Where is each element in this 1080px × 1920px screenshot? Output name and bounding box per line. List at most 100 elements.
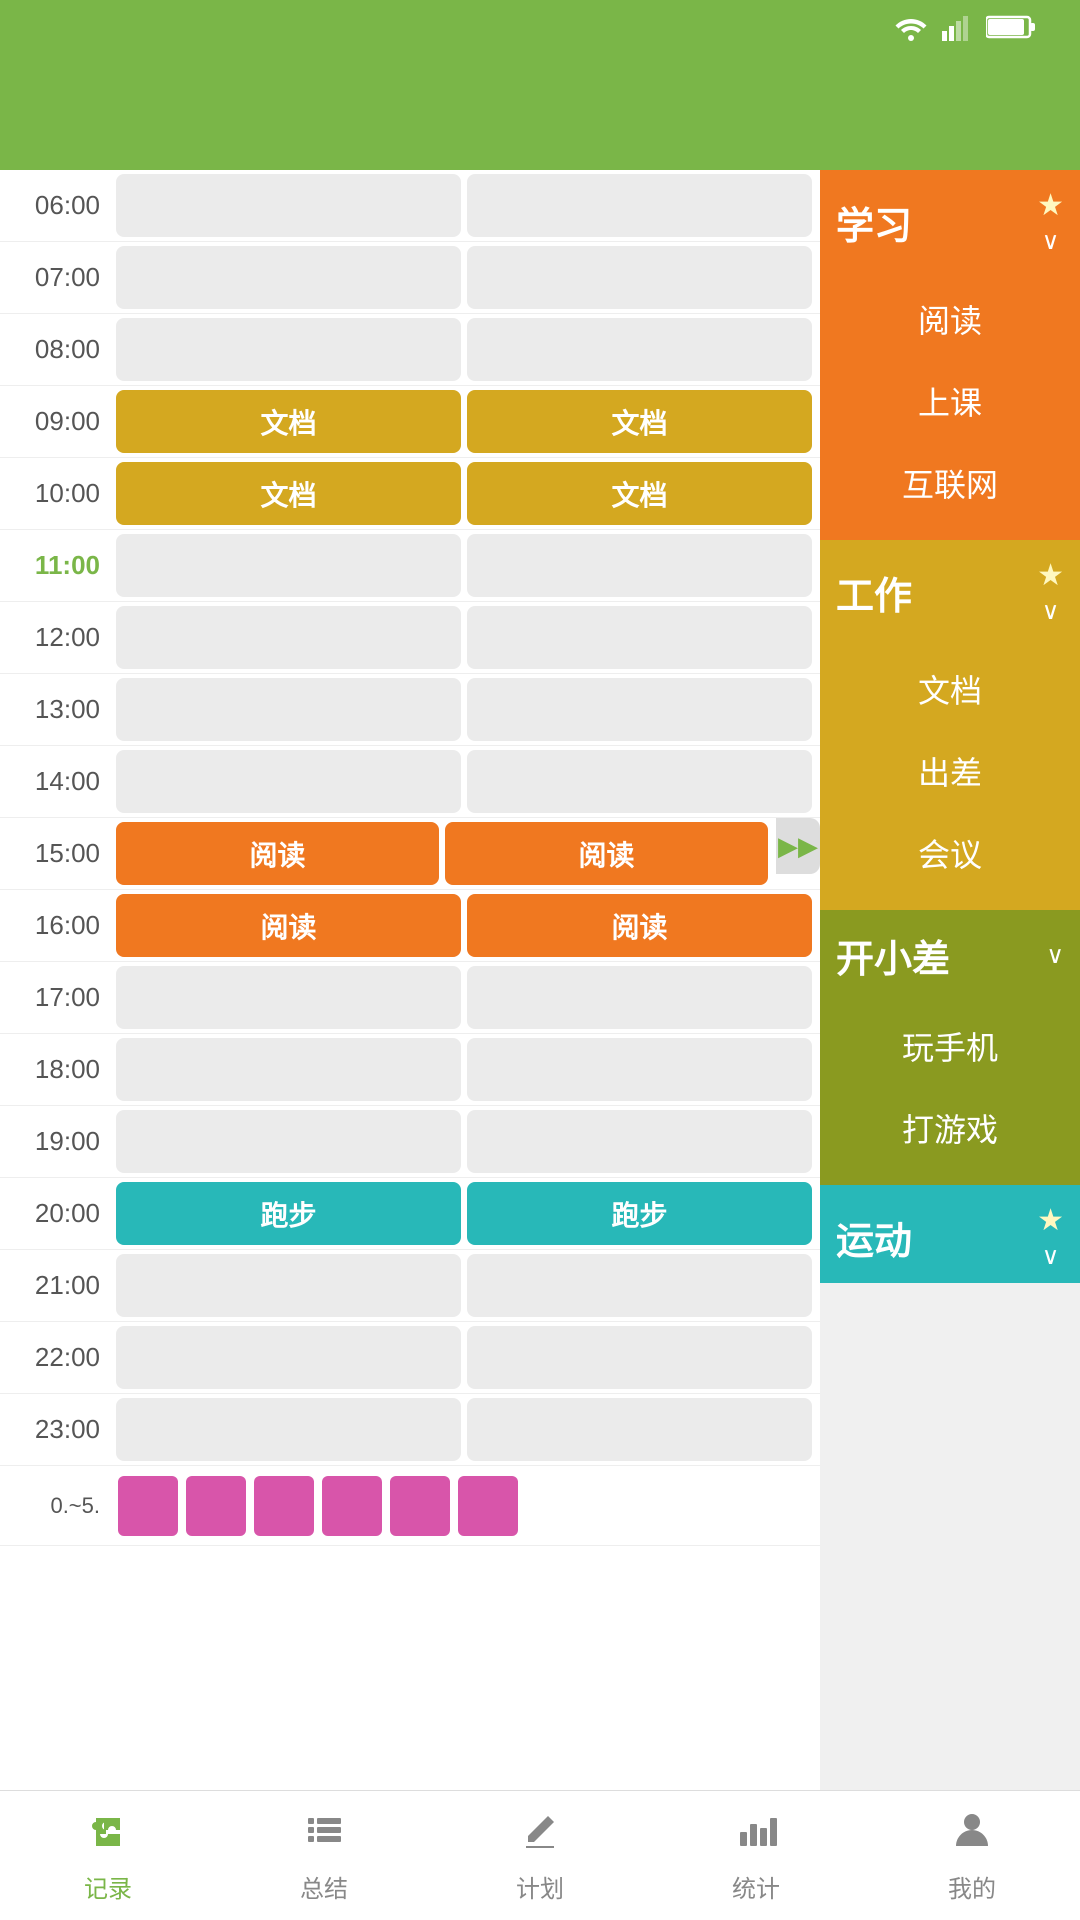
schedule-slot[interactable] [116, 174, 461, 237]
schedule-slot[interactable]: 文档 [467, 390, 812, 453]
schedule-slot[interactable] [116, 966, 461, 1029]
tab-stats[interactable]: 统计 [648, 1808, 864, 1904]
time-slots [110, 962, 820, 1033]
time-row: 20:00跑步跑步 [0, 1178, 820, 1250]
schedule-slot[interactable] [116, 1038, 461, 1101]
time-slots [110, 170, 820, 241]
mini-square[interactable] [322, 1476, 382, 1536]
schedule-slot[interactable] [467, 678, 812, 741]
schedule-slot[interactable] [467, 1254, 812, 1317]
time-slots [110, 530, 820, 601]
schedule-slot[interactable] [467, 1110, 812, 1173]
category-item[interactable]: 会议 [820, 812, 1080, 894]
time-slots [110, 674, 820, 745]
schedule-slot[interactable] [467, 606, 812, 669]
schedule-slot[interactable] [467, 1326, 812, 1389]
tab-plan[interactable]: 计划 [432, 1808, 648, 1904]
expand-arrow[interactable]: ▶▶ [776, 818, 820, 874]
time-row: 16:00阅读阅读 [0, 890, 820, 962]
schedule-slot[interactable] [116, 1326, 461, 1389]
category-header-work[interactable]: 工作 ★∨ [820, 540, 1080, 638]
time-label: 20:00 [0, 1178, 110, 1249]
battery-icon [986, 14, 1036, 47]
schedule-slot[interactable] [467, 1398, 812, 1461]
category-item[interactable]: 玩手机 [820, 1005, 1080, 1087]
schedule-slot[interactable] [116, 606, 461, 669]
schedule-slot[interactable] [467, 750, 812, 813]
category-item[interactable]: 打游戏 [820, 1087, 1080, 1169]
tab-record[interactable]: 记录 [0, 1808, 216, 1904]
time-slots: 文档文档 [110, 458, 820, 529]
time-label: 11:00 [0, 530, 110, 601]
category-title: 开小差 [836, 928, 950, 983]
time-label: 06:00 [0, 170, 110, 241]
chevron-down-icon[interactable]: ∨ [1042, 597, 1060, 626]
category-icons: ★∨ [1037, 1203, 1064, 1271]
schedule-slot[interactable]: 文档 [116, 462, 461, 525]
schedule-slot[interactable] [116, 678, 461, 741]
time-row: 22:00 [0, 1322, 820, 1394]
schedule-slot[interactable]: 阅读 [467, 894, 812, 957]
time-label: 15:00 [0, 818, 110, 889]
mini-square[interactable] [390, 1476, 450, 1536]
mini-square[interactable] [186, 1476, 246, 1536]
chevron-down-icon[interactable]: ∨ [1042, 1242, 1060, 1271]
time-slots: 阅读阅读 [110, 818, 776, 889]
category-header-slack[interactable]: 开小差 ∨ [820, 910, 1080, 995]
schedule-slot[interactable]: 文档 [116, 390, 461, 453]
puzzle-icon [86, 1808, 130, 1863]
chart-icon [734, 1808, 778, 1863]
category-header-study[interactable]: 学习 ★ ∨ [820, 170, 1080, 268]
schedule-slot[interactable] [116, 318, 461, 381]
schedule-slot[interactable] [467, 1038, 812, 1101]
time-label: 21:00 [0, 1250, 110, 1321]
time-slots [110, 746, 820, 817]
category-title: 运动 [836, 1210, 912, 1265]
schedule-slot[interactable] [467, 966, 812, 1029]
category-header-sport[interactable]: 运动 ★∨ [820, 1185, 1080, 1283]
time-row: 07:00 [0, 242, 820, 314]
time-row: 11:00 [0, 530, 820, 602]
schedule-slot[interactable] [116, 1398, 461, 1461]
schedule-slot[interactable]: 阅读 [445, 822, 768, 885]
mini-square[interactable] [118, 1476, 178, 1536]
chevron-down-icon[interactable]: ∨ [1042, 227, 1060, 256]
schedule-slot[interactable]: 阅读 [116, 894, 461, 957]
schedule-slot[interactable] [116, 246, 461, 309]
time-row: 18:00 [0, 1034, 820, 1106]
mini-square[interactable] [254, 1476, 314, 1536]
schedule-slot[interactable] [116, 750, 461, 813]
category-icons: ∨ [1046, 941, 1064, 970]
time-row: 23:00 [0, 1394, 820, 1466]
category-item[interactable]: 出差 [820, 730, 1080, 812]
category-item[interactable]: 阅读 [820, 278, 1080, 360]
category-icons: ★∨ [1037, 558, 1064, 626]
schedule-slot[interactable]: 阅读 [116, 822, 439, 885]
schedule-slot[interactable] [116, 1110, 461, 1173]
tab-summary[interactable]: 总结 [216, 1808, 432, 1904]
schedule-slot[interactable]: 跑步 [116, 1182, 461, 1245]
schedule-slot[interactable] [116, 534, 461, 597]
star-icon: ★ [1037, 188, 1064, 223]
category-item[interactable]: 文档 [820, 648, 1080, 730]
category-block-study: 学习 ★ ∨ 阅读上课互联网 [820, 170, 1080, 540]
schedule-slot[interactable] [467, 174, 812, 237]
category-item[interactable]: 互联网 [820, 442, 1080, 524]
schedule-slot[interactable]: 跑步 [467, 1182, 812, 1245]
schedule-slot[interactable] [467, 534, 812, 597]
time-label: 12:00 [0, 602, 110, 673]
chevron-down-icon[interactable]: ∨ [1046, 941, 1064, 970]
list-icon [302, 1808, 346, 1863]
category-item[interactable]: 上课 [820, 360, 1080, 442]
schedule-slot[interactable] [467, 318, 812, 381]
mini-square[interactable] [458, 1476, 518, 1536]
tab-label: 总结 [300, 1869, 348, 1904]
schedule-slot[interactable] [467, 246, 812, 309]
category-block-slack: 开小差 ∨ 玩手机打游戏 [820, 910, 1080, 1185]
schedule-slot[interactable]: 文档 [467, 462, 812, 525]
category-title: 工作 [836, 565, 912, 620]
schedule-slot[interactable] [116, 1254, 461, 1317]
tab-mine[interactable]: 我的 [864, 1808, 1080, 1904]
tab-label: 我的 [948, 1869, 996, 1904]
category-title: 学习 [836, 195, 912, 250]
